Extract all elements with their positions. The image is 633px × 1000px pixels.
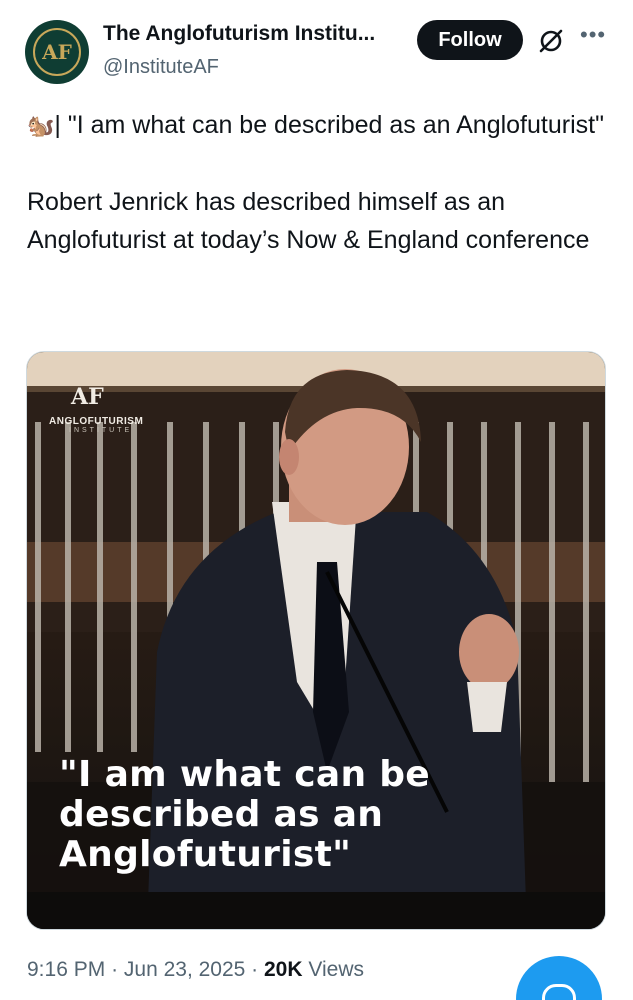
author-handle[interactable]: @InstituteAF [103,56,219,79]
tweet-text: 🐿️| "I am what can be described as an An… [27,106,607,259]
follow-button[interactable]: Follow [417,20,523,60]
compose-reply-button[interactable] [516,956,602,1000]
tweet-header: AF The Anglofuturism Institu... @Institu… [0,0,633,100]
logo-sub: INSTITUTE [69,427,133,434]
meta-separator: · [111,958,124,981]
avatar-monogram: AF [33,28,81,76]
views-label: Views [308,958,365,981]
author-name[interactable]: The Anglofuturism Institu... [103,22,408,46]
tweet-time[interactable]: 9:16 PM [27,958,105,981]
logo-name: ANGLOFUTURISM [49,416,144,427]
tweet-quote: | "I am what can be described as an Angl… [54,111,604,139]
tweet-line-1: 🐿️| "I am what can be described as an An… [27,106,607,145]
tweet-media-video[interactable]: AF ANGLOFUTURISM INSTITUTE "I am what ca… [26,351,606,930]
more-dots-icon[interactable]: ••• [580,24,608,50]
tweet-date[interactable]: Jun 23, 2025 [124,958,245,981]
grok-icon[interactable] [537,27,565,55]
squirrel-emoji: 🐿️ [27,113,55,138]
tweet-meta: 9:16 PM · Jun 23, 2025 · 20K Views [27,958,364,982]
logo-monogram: AF [71,384,104,410]
meta-separator: · [251,958,264,981]
video-caption: "I am what can be described as an Anglof… [59,754,431,875]
reply-bubble-icon [542,984,576,1000]
views-count: 20K [264,958,303,981]
author-avatar[interactable]: AF [25,20,89,84]
tweet-line-2: Robert Jenrick has described himself as … [27,188,590,254]
